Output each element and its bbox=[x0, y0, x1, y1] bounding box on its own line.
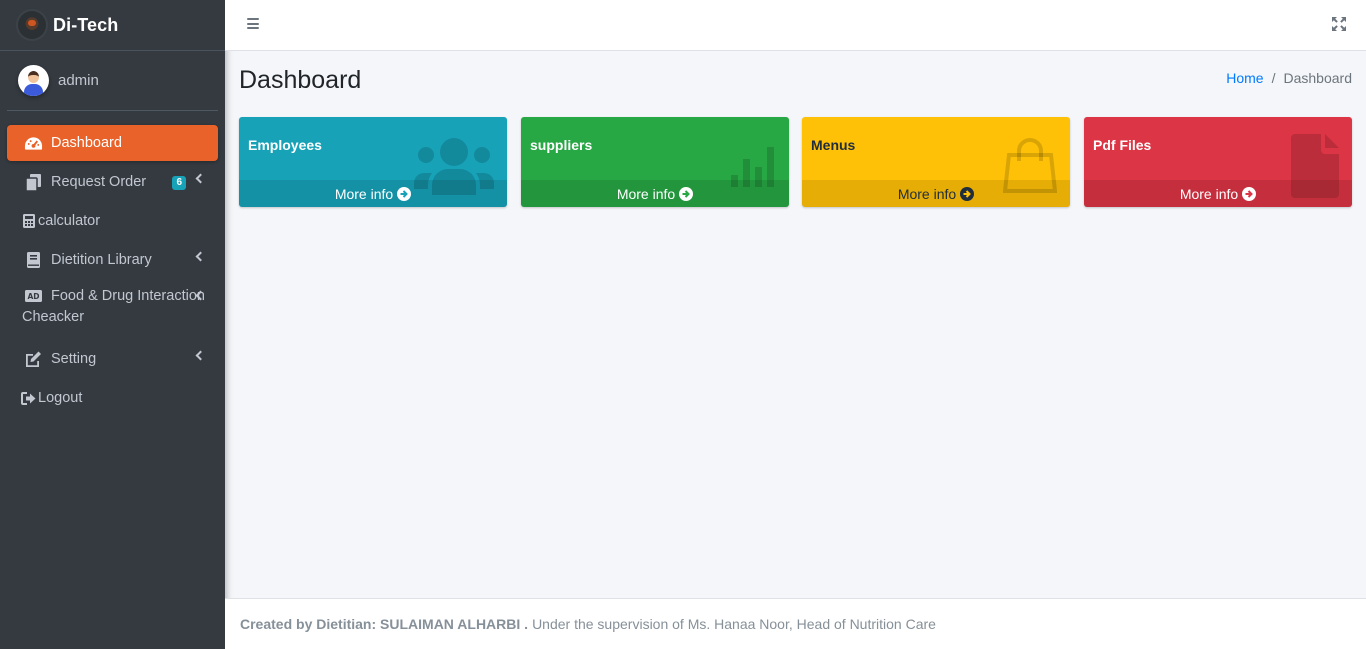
sidebar-item-label: Dashboard bbox=[51, 135, 122, 151]
box-title: suppliers bbox=[530, 137, 593, 153]
user-panel[interactable]: admin bbox=[7, 51, 218, 111]
more-info-link[interactable]: More info bbox=[521, 180, 789, 207]
content-header: Dashboard Home / Dashboard bbox=[239, 64, 1352, 98]
brand-logo bbox=[18, 11, 46, 39]
sidebar-item-request-order[interactable]: Request Order 6 bbox=[7, 164, 218, 200]
menu-toggle-icon[interactable] bbox=[247, 18, 259, 29]
pdf-files-box: Pdf Files More info bbox=[1084, 117, 1352, 207]
arrow-circle-right-icon bbox=[1242, 186, 1257, 201]
footer-supervision: Under the supervision of Ms. Hanaa Noor,… bbox=[532, 616, 936, 632]
book-icon bbox=[23, 250, 43, 270]
more-info-link[interactable]: More info bbox=[802, 180, 1070, 207]
top-navbar bbox=[225, 0, 1366, 51]
tachometer-icon bbox=[23, 133, 43, 153]
box-title: Menus bbox=[811, 137, 856, 153]
breadcrumb: Home / Dashboard bbox=[1226, 70, 1352, 86]
suppliers-box: suppliers More info bbox=[521, 117, 789, 207]
sidebar-item-label: Food & Drug Interaction Cheacker bbox=[22, 288, 205, 325]
brand-name: Di-Tech bbox=[53, 14, 119, 35]
breadcrumb-home-link[interactable]: Home bbox=[1226, 70, 1263, 86]
more-info-label: More info bbox=[616, 185, 676, 202]
page-title: Dashboard bbox=[239, 66, 362, 94]
calculator-icon bbox=[21, 211, 36, 231]
request-count-badge: 6 bbox=[172, 176, 186, 190]
expand-icon[interactable] bbox=[1332, 17, 1346, 31]
copy-icon bbox=[23, 172, 43, 192]
stat-boxes: Employees More info suppliers More info … bbox=[239, 117, 1352, 207]
arrow-circle-right-icon bbox=[397, 186, 412, 201]
sidebar-item-logout[interactable]: Logout bbox=[7, 380, 218, 416]
avatar bbox=[18, 65, 49, 96]
sidebar-item-dashboard[interactable]: Dashboard bbox=[7, 125, 218, 161]
breadcrumb-separator: / bbox=[1271, 70, 1276, 86]
chevron-left-icon bbox=[195, 173, 206, 184]
brand-link[interactable]: Di-Tech bbox=[0, 0, 225, 51]
breadcrumb-current: Dashboard bbox=[1283, 70, 1353, 86]
chevron-left-icon bbox=[195, 350, 206, 361]
sidebar-item-label: Setting bbox=[51, 351, 97, 367]
sidebar-item-label: Logout bbox=[38, 390, 83, 406]
menus-box: Menus More info bbox=[802, 117, 1070, 207]
arrow-circle-right-icon bbox=[679, 186, 694, 201]
more-info-label: More info bbox=[334, 185, 394, 202]
sidebar-item-label: Request Order bbox=[51, 174, 147, 190]
sidebar-item-label: calculator bbox=[38, 213, 101, 229]
sidebar-item-label: Dietition Library bbox=[51, 252, 152, 268]
sidebar-item-food-drug-interaction[interactable]: AD Food & Drug Interaction Cheacker bbox=[7, 281, 218, 338]
user-name[interactable]: admin bbox=[58, 72, 99, 89]
page-footer: Created by Dietitian: SULAIMAN ALHARBI .… bbox=[225, 598, 1366, 649]
sign-out-icon bbox=[21, 388, 36, 408]
more-info-link[interactable]: More info bbox=[239, 180, 507, 207]
sidebar: Di-Tech admin Dashboard Request Order 6 bbox=[0, 0, 225, 649]
sidebar-item-setting[interactable]: Setting bbox=[7, 341, 218, 377]
more-info-label: More info bbox=[897, 185, 957, 202]
footer-credit: Created by Dietitian: SULAIMAN ALHARBI . bbox=[240, 616, 529, 632]
box-title: Employees bbox=[248, 137, 322, 153]
sidebar-item-dietition-library[interactable]: Dietition Library bbox=[7, 242, 218, 278]
box-title: Pdf Files bbox=[1093, 137, 1152, 153]
chevron-left-icon bbox=[195, 251, 206, 262]
more-info-link[interactable]: More info bbox=[1084, 180, 1352, 207]
more-info-label: More info bbox=[1179, 185, 1239, 202]
edit-icon bbox=[23, 349, 43, 369]
arrow-circle-right-icon bbox=[960, 186, 975, 201]
employees-box: Employees More info bbox=[239, 117, 507, 207]
sidebar-item-calculator[interactable]: calculator bbox=[7, 203, 218, 239]
sidebar-nav: Dashboard Request Order 6 calculator Die… bbox=[0, 125, 225, 416]
